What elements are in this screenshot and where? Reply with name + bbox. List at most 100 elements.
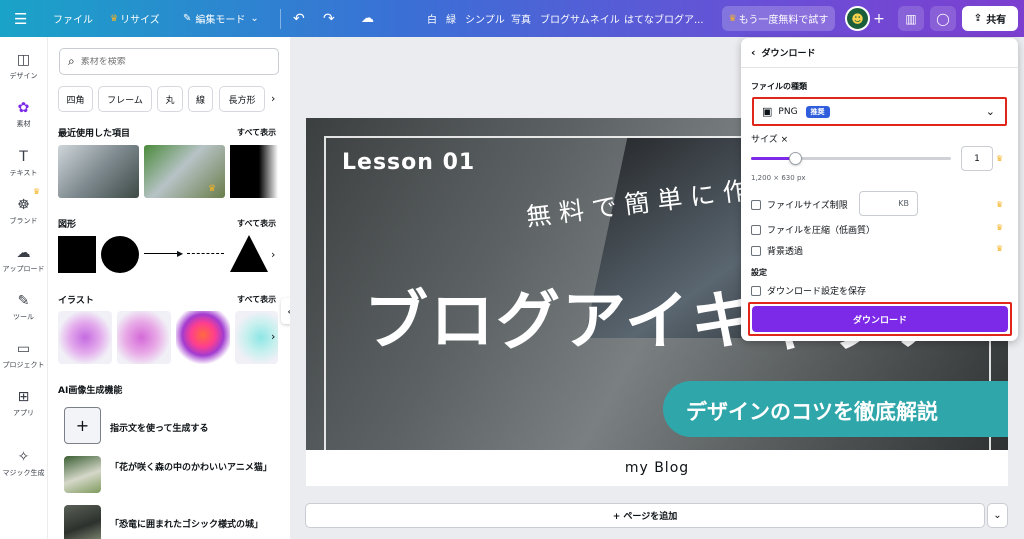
- rail-item-apps[interactable]: ⊞ アプリ: [0, 387, 47, 431]
- edit-mode-button[interactable]: ✎ 編集モード ⌄: [183, 0, 259, 37]
- compress-row[interactable]: ファイルを圧縮（低画質）: [751, 223, 875, 236]
- menu-item-blog-thumbnail[interactable]: ブログサムネイル: [540, 0, 620, 37]
- file-type-select[interactable]: ▣ PNG 推奨 ⌄: [752, 97, 1007, 126]
- shape-triangle[interactable]: [230, 235, 268, 272]
- menu-item-green[interactable]: 緑: [446, 0, 456, 37]
- checkbox[interactable]: [751, 245, 761, 256]
- rail-item-design[interactable]: ◫ デザイン: [0, 50, 47, 94]
- ai-item-cat[interactable]: 「花が咲く森の中のかわいいアニメ猫」: [110, 461, 272, 476]
- insights-icon[interactable]: ▥: [898, 6, 924, 31]
- undo-icon[interactable]: ↶: [293, 0, 305, 37]
- illust-title: イラスト: [58, 296, 94, 306]
- rail-label: テキスト: [9, 169, 38, 177]
- shape-arrow-line[interactable]: [144, 253, 180, 254]
- recent-item-laptop-photo[interactable]: [58, 145, 139, 198]
- chevron-right-icon[interactable]: ›: [271, 92, 275, 105]
- menu-item-photo[interactable]: 写真: [511, 0, 531, 37]
- chip-frame[interactable]: フレーム: [98, 86, 152, 112]
- share-label: 共有: [986, 15, 1007, 26]
- rail-label: 素材: [16, 120, 31, 128]
- share-button[interactable]: ⇪ 共有: [962, 6, 1018, 31]
- free-trial-button[interactable]: ♛ もう一度無料で試す: [722, 6, 835, 31]
- crown-icon: ♛: [110, 13, 119, 24]
- search-input[interactable]: [80, 56, 261, 67]
- menu-item-simple[interactable]: シンプル: [465, 0, 505, 37]
- chip-circle[interactable]: 丸: [157, 86, 183, 112]
- recent-see-all[interactable]: すべて表示: [237, 127, 276, 138]
- file-size-limit-row[interactable]: ファイルサイズ制限: [751, 198, 848, 211]
- text-icon: T: [19, 149, 28, 165]
- menu-item-white[interactable]: 白: [427, 0, 437, 37]
- size-input[interactable]: 1: [961, 146, 993, 171]
- footer-text[interactable]: my Blog: [306, 450, 1008, 486]
- checkbox[interactable]: [751, 224, 761, 235]
- avatar[interactable]: ☻: [845, 6, 870, 31]
- divider: [741, 67, 1018, 68]
- resize-button[interactable]: ♛ リサイズ: [110, 0, 160, 37]
- search-box[interactable]: ⌕: [59, 48, 279, 75]
- shape-dashed-line[interactable]: [187, 253, 224, 254]
- add-people-icon[interactable]: +: [871, 6, 887, 31]
- edit-mode-label: 編集モード: [195, 15, 246, 26]
- crown-icon: ♛: [208, 184, 217, 194]
- save-settings-row[interactable]: ダウンロード設定を保存: [751, 284, 866, 297]
- comment-icon[interactable]: ◯: [930, 6, 956, 31]
- checkbox[interactable]: [751, 199, 761, 210]
- chip-rectangle[interactable]: 長方形: [219, 86, 265, 112]
- rail-item-projects[interactable]: ▭ プロジェクト: [0, 339, 47, 383]
- back-icon[interactable]: ‹: [751, 46, 756, 59]
- checkbox[interactable]: [751, 285, 761, 296]
- shapes-see-all[interactable]: すべて表示: [237, 218, 276, 229]
- illust-blob-orange[interactable]: [176, 311, 230, 364]
- chevron-right-icon[interactable]: ›: [271, 248, 275, 261]
- recent-item-gradient[interactable]: [230, 145, 278, 198]
- cloud-save-icon[interactable]: ☁: [361, 0, 374, 37]
- chip-line[interactable]: 線: [188, 86, 213, 112]
- top-bar: ☰ ファイル ♛ リサイズ ✎ 編集モード ⌄ ↶ ↷ ☁ 白 緑 シンプル 写真 ブ…: [0, 0, 1024, 37]
- ai-thumb-cat[interactable]: [64, 456, 101, 493]
- shape-square[interactable]: [58, 236, 96, 273]
- menu-item-hatena[interactable]: はてなブログア...: [624, 0, 704, 37]
- chevron-down-icon[interactable]: ⌄: [987, 503, 1008, 528]
- resize-label: リサイズ: [120, 15, 160, 26]
- rail-item-elements[interactable]: ✿ 素材: [0, 98, 47, 142]
- rail-item-tools[interactable]: ✎ ツール: [0, 291, 47, 335]
- layout-icon: ◫: [16, 52, 31, 68]
- download-header: ‹ ダウンロード: [751, 46, 816, 59]
- size-label: サイズ ×: [751, 135, 789, 145]
- illust-see-all[interactable]: すべて表示: [237, 294, 276, 305]
- pencil-icon: ✎: [183, 13, 192, 24]
- chip-square[interactable]: 四角: [58, 86, 93, 112]
- rail-label: アップロード: [2, 265, 45, 273]
- rail-item-upload[interactable]: ☁ アップロード: [0, 243, 47, 287]
- download-button[interactable]: ダウンロード: [752, 306, 1008, 332]
- ai-prompt-label[interactable]: 指示文を使って生成する: [110, 421, 209, 434]
- size-slider-track[interactable]: [751, 152, 951, 165]
- rail-item-brand[interactable]: ☸ ブランド: [0, 195, 47, 239]
- add-icon[interactable]: +: [64, 407, 101, 444]
- kb-unit: KB: [898, 199, 909, 208]
- hamburger-menu-icon[interactable]: ☰: [14, 0, 27, 37]
- chevron-right-icon[interactable]: ›: [271, 330, 275, 343]
- kb-input[interactable]: KB: [859, 191, 918, 216]
- rail-label: プロジェクト: [2, 361, 45, 369]
- illust-blob-pink[interactable]: [117, 311, 171, 364]
- illust-blob-purple[interactable]: [58, 311, 112, 364]
- chevron-down-icon: ⌄: [250, 13, 259, 24]
- rail-item-text[interactable]: T テキスト: [0, 147, 47, 191]
- shape-circle[interactable]: [101, 236, 139, 273]
- file-type-label: ファイルの種類: [751, 82, 807, 91]
- add-page-button[interactable]: + ページを追加: [305, 503, 985, 528]
- compress-label: ファイルを圧縮（低画質）: [767, 226, 876, 236]
- chevron-down-icon: ⌄: [985, 105, 995, 118]
- size-slider-thumb[interactable]: [789, 152, 802, 165]
- redo-icon[interactable]: ↷: [323, 0, 335, 37]
- banner-text[interactable]: デザインのコツを徹底解説: [686, 396, 938, 426]
- rail-item-magic[interactable]: ✧ マジック生成: [0, 447, 47, 491]
- ai-thumb-castle[interactable]: [64, 505, 101, 539]
- transparent-row[interactable]: 背景透過: [751, 244, 803, 257]
- file-menu[interactable]: ファイル: [53, 0, 93, 37]
- shapes-title: 図形: [58, 220, 77, 230]
- ai-item-castle[interactable]: 「恐竜に囲まれたゴシック様式の城」: [110, 517, 263, 530]
- lesson-text[interactable]: Lesson 01: [342, 150, 475, 175]
